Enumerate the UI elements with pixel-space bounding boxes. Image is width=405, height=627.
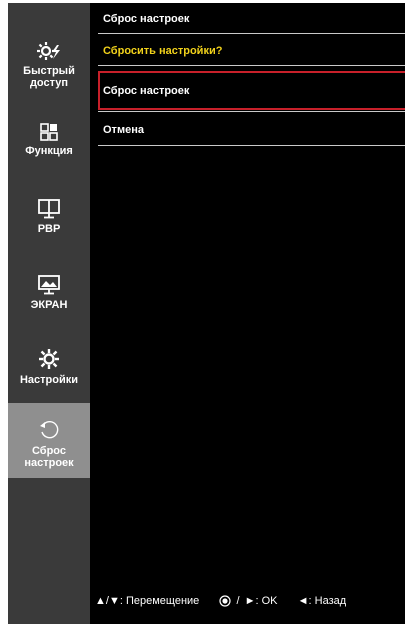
left-arrow-icon: ◄ [297, 595, 309, 608]
sidebar-item-screen[interactable]: ЭКРАН [8, 275, 90, 325]
sidebar-item-reset[interactable]: Сброс настроек [8, 403, 90, 478]
sidebar-item-function[interactable]: Функция [8, 123, 90, 173]
slash-separator: / [236, 595, 240, 608]
footer-hints: ▲/▼: Перемещение / ►: OK ◄: Назад [95, 595, 346, 607]
move-hint-label: : Перемещение [119, 595, 200, 608]
sidebar-item-label: настроек [24, 457, 74, 469]
osd-menu: Быстрый доступ Функция PBP ЭКРАН Настрой… [8, 3, 405, 624]
function-grid-icon [40, 123, 58, 141]
sidebar-item-label: Функция [25, 145, 73, 157]
sidebar-item-label: PBP [37, 223, 61, 235]
sidebar: Быстрый доступ Функция PBP ЭКРАН Настрой… [8, 3, 90, 624]
joystick-press-icon [219, 595, 232, 607]
sidebar-item-label: ЭКРАН [30, 299, 68, 311]
screen-picture-icon [38, 275, 60, 295]
sidebar-item-settings[interactable]: Настройки [8, 348, 90, 398]
sidebar-item-label: Сброс [31, 445, 66, 457]
sidebar-item-label: Настройки [19, 374, 79, 386]
sidebar-item-quick-access[interactable]: Быстрый доступ [8, 41, 90, 101]
quick-settings-icon [37, 42, 60, 60]
option-cancel-label: Отмена [103, 124, 144, 136]
divider [98, 65, 405, 66]
divider [98, 145, 405, 146]
sidebar-item-pbp[interactable]: PBP [8, 199, 90, 249]
reset-arrow-icon [40, 420, 59, 439]
main-panel: Сброс настроек Сбросить настройки? Сброс… [90, 3, 405, 624]
sidebar-item-label: доступ [29, 77, 69, 89]
move-arrows-icon: ▲/▼ [95, 595, 120, 608]
ok-hint-label: : OK [255, 595, 278, 608]
gear-icon [39, 349, 59, 369]
divider [98, 33, 405, 34]
page-title: Сброс настроек [103, 13, 190, 25]
pbp-monitor-icon [38, 199, 60, 219]
option-reset-label: Сброс настроек [103, 85, 190, 97]
sidebar-item-label: Быстрый [23, 65, 75, 77]
divider [98, 111, 405, 112]
back-hint-label: : Назад [308, 595, 347, 608]
reset-question: Сбросить настройки? [103, 45, 223, 57]
right-arrow-icon: ► [244, 595, 256, 608]
